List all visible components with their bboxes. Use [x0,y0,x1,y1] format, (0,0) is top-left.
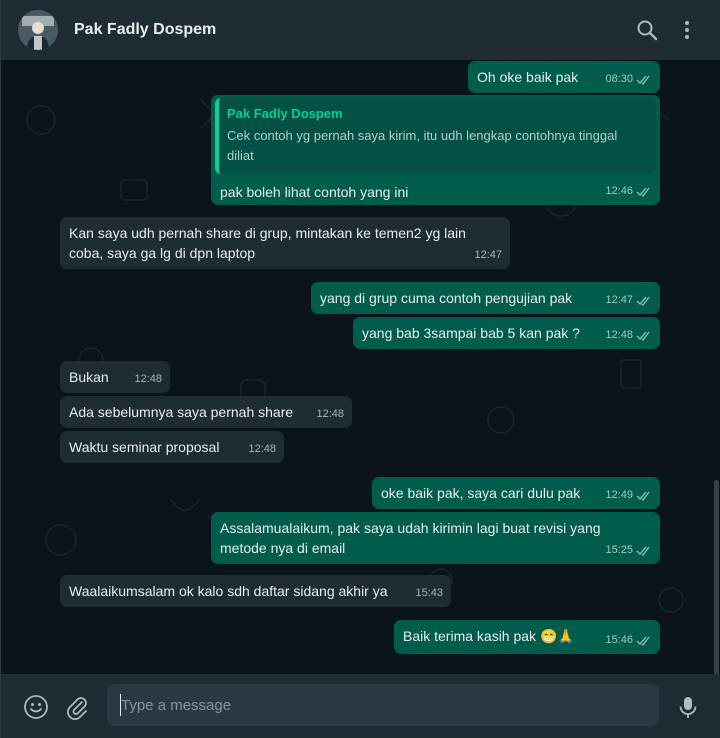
message-meta: 12:46 [605,181,652,201]
scrollbar[interactable] [714,480,719,674]
paperclip-icon[interactable] [64,694,90,720]
message-bubble-outgoing[interactable]: Oh oke baik pak 08:30 [468,61,660,93]
message-text: Ada sebelumnya saya pernah share [69,404,294,420]
message-bubble-incoming[interactable]: Bukan 12:48 [60,361,170,393]
message-bubble-outgoing[interactable]: yang bab 3sampai bab 5 kan pak ? 12:48 [353,317,660,349]
message-meta: 12:48 [316,404,344,424]
message-time: 15:25 [605,544,633,556]
double-check-icon [636,546,650,556]
message-bubble-outgoing[interactable]: Baik terima kasih pak 😁🙏 15:46 [394,620,660,654]
message-meta: 08:30 [605,69,652,89]
message-time: 15:46 [605,634,633,646]
message-bubble-outgoing[interactable]: Assalamualaikum, pak saya udah kirimin l… [211,512,660,564]
message-time: 12:48 [316,408,344,420]
quoted-author: Pak Fadly Dospem [227,106,343,121]
chat-window: Pak Fadly Dospem Oh oke baik pak 08:30 P… [0,0,720,738]
message-meta: 12:47 [474,245,502,265]
message-meta: 12:48 [248,439,276,459]
message-meta: 12:48 [605,325,652,345]
message-bubble-incoming[interactable]: Ada sebelumnya saya pernah share 12:48 [60,396,352,428]
message-time: 12:46 [605,185,633,197]
message-list[interactable]: Oh oke baik pak 08:30 Pak Fadly Dospem C… [1,60,720,674]
message-meta: 15:43 [415,583,443,603]
message-time: 12:47 [474,249,502,261]
message-time: 15:43 [415,587,443,599]
message-bubble-outgoing[interactable]: oke baik pak, saya cari dulu pak 12:49 [372,477,660,509]
contact-name[interactable]: Pak Fadly Dospem [74,21,216,39]
message-bubble-incoming[interactable]: Waalaikumsalam ok kalo sdh daftar sidang… [60,575,451,607]
message-time: 12:48 [134,373,162,385]
message-text: pak boleh lihat contoh yang ini [220,184,409,200]
message-time: 08:30 [605,73,633,85]
message-bubble-outgoing-reply[interactable]: Pak Fadly Dospem Cek contoh yg pernah sa… [211,95,660,205]
message-text: Waalaikumsalam ok kalo sdh daftar sidang… [69,583,388,599]
message-text: Waktu seminar proposal [69,439,220,455]
message-time: 12:48 [605,329,633,341]
message-bubble-incoming[interactable]: Waktu seminar proposal 12:48 [60,431,284,463]
message-text: Assalamualaikum, pak saya udah kirimin l… [220,520,605,556]
chat-header: Pak Fadly Dospem [1,0,720,60]
message-meta: 12:48 [134,369,162,389]
message-time: 12:49 [605,489,633,501]
message-bubble-incoming[interactable]: Kan saya udh pernah share di grup, minta… [60,217,510,269]
double-check-icon [636,296,650,306]
message-input[interactable] [107,684,659,726]
double-check-icon [636,636,650,646]
message-meta: 15:46 [605,630,652,650]
text-cursor [120,694,121,716]
message-text: Kan saya udh pernah share di grup, minta… [69,225,470,261]
quoted-text: Cek contoh yg pernah saya kirim, itu udh… [227,128,618,163]
double-check-icon [636,491,650,501]
kebab-menu-icon[interactable] [675,18,699,42]
search-icon[interactable] [635,18,659,42]
double-check-icon [636,331,650,341]
microphone-icon[interactable] [675,694,701,720]
message-meta: 12:49 [605,485,652,505]
avatar[interactable] [18,10,58,50]
message-meta: 12:47 [605,290,652,310]
message-time: 12:48 [248,443,276,455]
double-check-icon [636,187,650,197]
message-bubble-outgoing[interactable]: yang di grup cuma contoh pengujian pak 1… [311,282,660,314]
double-check-icon [636,75,650,85]
message-time: 12:47 [605,294,633,306]
emoji-icon[interactable] [23,694,49,720]
quoted-message[interactable]: Pak Fadly Dospem Cek contoh yg pernah sa… [215,98,656,174]
message-meta: 15:25 [605,540,652,560]
message-text: yang di grup cuma contoh pengujian pak [320,290,573,306]
